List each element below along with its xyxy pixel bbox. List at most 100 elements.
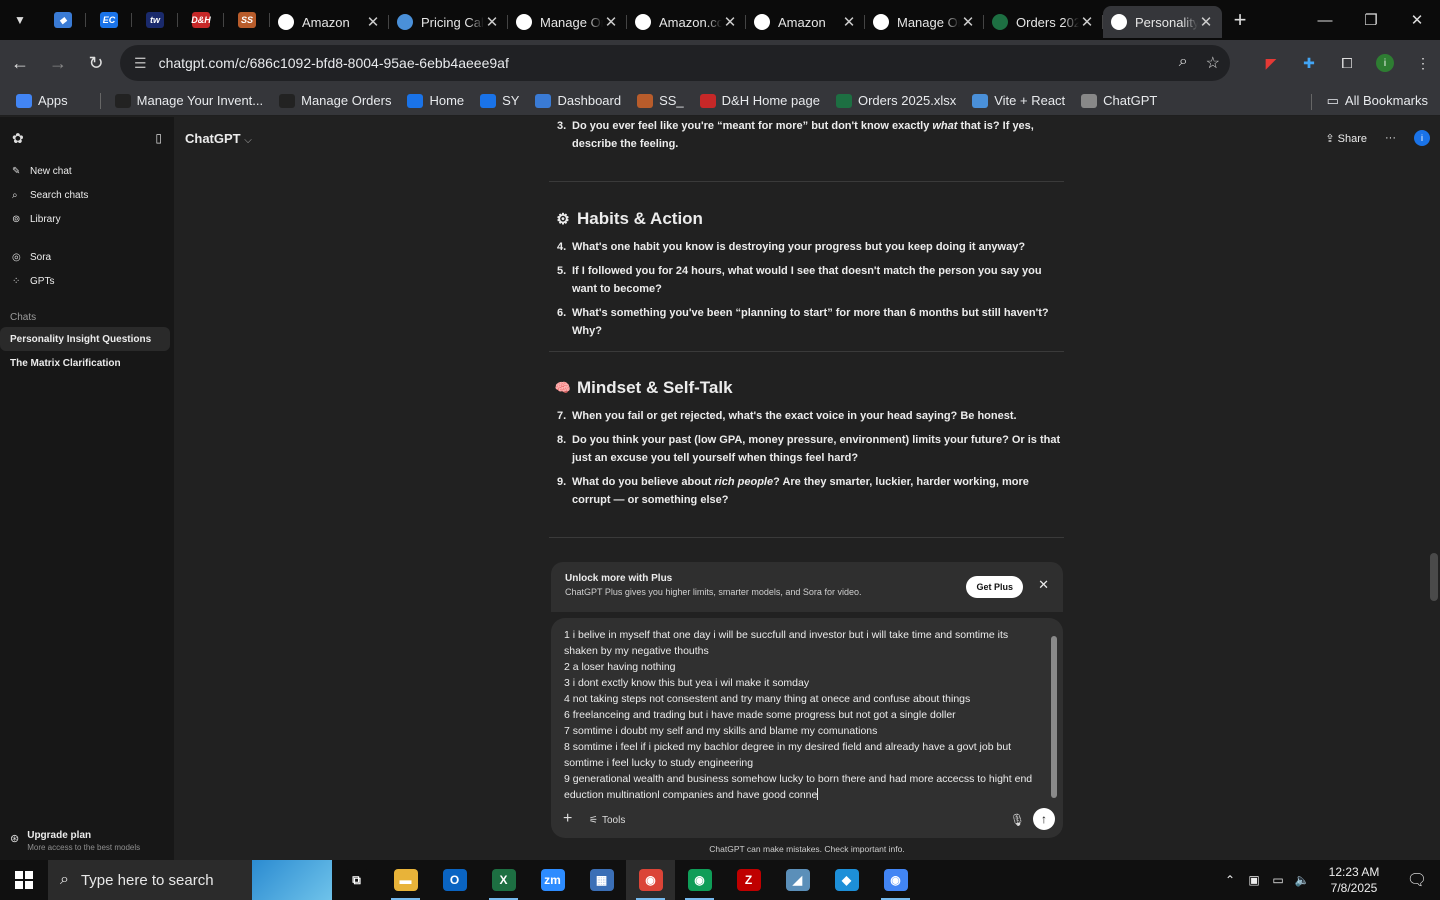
bookmark-item[interactable]: Home [407,93,464,108]
browser-tab[interactable]: Amazon ✕ [270,6,389,38]
close-tab-icon[interactable]: ✕ [365,13,381,31]
message-composer[interactable]: 1 i belive in myself that one day i will… [551,618,1063,838]
close-icon[interactable]: ✕ [1038,577,1049,593]
zoom-icon[interactable]: zm [528,860,577,900]
wifi-card-icon[interactable]: ▣ [1242,873,1266,887]
sidebar-item[interactable]: ⊚ Library [0,207,174,231]
filezilla-icon[interactable]: Z [724,860,773,900]
url-bar[interactable]: ☰ chatgpt.com/c/686c1092-bfd8-8004-95ae-… [120,45,1230,81]
microphone-icon[interactable]: 🎙 [1010,813,1025,827]
close-tab-icon[interactable]: ✕ [1079,13,1095,31]
tab-search-icon[interactable]: ▼ [0,0,40,40]
bookmark-item[interactable]: Manage Orders [279,93,391,108]
zoom-icon[interactable]: ⌕ [1179,53,1188,73]
bookmark-item[interactable]: Vite + React [972,93,1065,108]
chevron-up-icon[interactable]: ⌃ [1218,873,1242,887]
chat-history-item[interactable]: The Matrix Clarification [0,351,174,375]
browser-tab[interactable]: Orders 2025✕ [984,6,1103,38]
send-button[interactable]: ↑ [1033,808,1055,830]
close-tab-icon[interactable]: ✕ [960,13,976,31]
new-tab-button[interactable]: + [1222,7,1258,33]
close-tab-icon[interactable]: ✕ [841,13,857,31]
pinned-tab[interactable]: ◆ [40,6,86,34]
amazon-icon [754,14,770,30]
bookmark-item[interactable]: Dashboard [535,93,621,108]
close-tab-icon[interactable]: ✕ [603,13,619,31]
chrome-profile-icon[interactable]: ◉ [675,860,724,900]
composer-line: 7 somtime i doubt my self and my skills … [564,725,878,737]
sidebar-item[interactable]: ⌕ Search chats [0,183,174,207]
bookmark-favicon-icon [699,93,716,108]
all-bookmarks-folder[interactable]: ▭ All Bookmarks [1310,93,1428,110]
bookmark-item[interactable]: Apps [16,93,68,108]
notes-app-icon[interactable]: ◢ [773,860,822,900]
pinned-tab[interactable]: EC [86,6,132,34]
pinned-tab[interactable]: tw [132,6,178,34]
windows-start-icon[interactable] [0,860,48,900]
upgrade-plan-button[interactable]: ⊛ Upgrade plan More access to the best m… [10,830,140,852]
extensions-puzzle-icon[interactable]: ⧠ [1330,46,1364,80]
prompt-textarea[interactable]: 1 i belive in myself that one day i will… [564,627,1039,807]
sidebar-item[interactable]: ⁘ GPTs [0,269,174,293]
pdf-extension-icon[interactable]: ◤ [1254,46,1288,80]
reload-icon[interactable]: ↻ [78,45,114,81]
bookmark-item[interactable]: SS_ [637,93,684,108]
tools-button[interactable]: ⚟ Tools [589,815,625,826]
close-tab-icon[interactable]: ✕ [722,13,738,31]
browser-tab[interactable]: Amazon ✕ [746,6,865,38]
task-view-icon[interactable]: ⧉ [332,860,381,900]
browser-tab[interactable]: Manage Orders✕ [508,6,627,38]
add-attachment-icon[interactable]: + [563,810,572,828]
upgrade-subtitle: More access to the best models [27,843,141,852]
outlook-icon[interactable]: O [430,860,479,900]
user-avatar[interactable]: i [1414,130,1430,146]
more-options-icon[interactable]: ··· [1385,132,1396,144]
chrome-icon[interactable]: ◉ [626,860,675,900]
share-button[interactable]: ⇪ Share [1325,132,1367,145]
volume-icon[interactable]: 🔈 [1290,873,1314,887]
vpn-app-icon[interactable]: ◆ [822,860,871,900]
browser-tab[interactable]: Amazon.com✕ [627,6,746,38]
browser-tab[interactable]: Pricing Calculator✕ [389,6,508,38]
pinned-tab[interactable]: D&H [178,6,224,34]
bookmark-item[interactable]: D&H Home page [699,93,820,108]
close-tab-icon[interactable]: ✕ [1198,13,1214,31]
model-selector[interactable]: ChatGPT ⌵ [185,131,252,146]
composer-scrollbar[interactable] [1051,628,1057,798]
minimize-icon[interactable]: — [1302,0,1348,40]
browser-menu-icon[interactable]: ⋮ [1406,46,1440,80]
extension-icon[interactable]: ✚ [1292,46,1326,80]
bookmark-item[interactable]: SY [480,93,519,108]
site-info-icon[interactable]: ☰ [134,55,147,72]
page-scrollbar[interactable] [1430,125,1438,845]
close-sidebar-icon[interactable]: ▯ [155,131,162,145]
search-highlight-image [252,860,332,900]
notification-icon[interactable]: 🗨 [1394,870,1440,890]
back-icon[interactable]: ← [2,45,38,81]
openai-logo-icon[interactable]: ✿ [12,130,24,147]
sidebar-item[interactable]: ✎ New chat [0,159,174,183]
bookmark-item[interactable]: Orders 2025.xlsx [835,93,956,108]
file-explorer-icon[interactable]: ▬ [381,860,430,900]
taskbar-search-box[interactable]: ⌕ Type here to search [48,860,332,900]
network-icon[interactable]: ▭ [1266,873,1290,887]
excel-icon[interactable]: X [479,860,528,900]
get-plus-button[interactable]: Get Plus [966,576,1023,598]
bookmark-star-icon[interactable]: ☆ [1206,53,1220,73]
chrome-alt-icon[interactable]: ◉ [871,860,920,900]
composer-line: 4 not taking steps not consestent and tr… [564,693,971,705]
profile-avatar[interactable]: i [1368,46,1402,80]
chat-history-item[interactable]: Personality Insight Questions [0,327,170,351]
browser-tab[interactable]: Personality ✕ [1103,6,1222,38]
restore-icon[interactable]: ❐ [1348,0,1394,40]
clock[interactable]: 12:23 AM 7/8/2025 [1314,864,1394,896]
bookmark-item[interactable]: ChatGPT [1081,93,1157,108]
forward-icon[interactable]: → [40,45,76,81]
bookmark-item[interactable]: Manage Your Invent... [114,93,263,108]
close-window-icon[interactable]: ✕ [1394,0,1440,40]
calculator-icon[interactable]: ▦ [577,860,626,900]
browser-tab[interactable]: Manage Orders✕ [865,6,984,38]
pinned-tab[interactable]: SS [224,6,270,34]
sidebar-item[interactable]: ◎ Sora [0,245,174,269]
close-tab-icon[interactable]: ✕ [484,13,500,31]
